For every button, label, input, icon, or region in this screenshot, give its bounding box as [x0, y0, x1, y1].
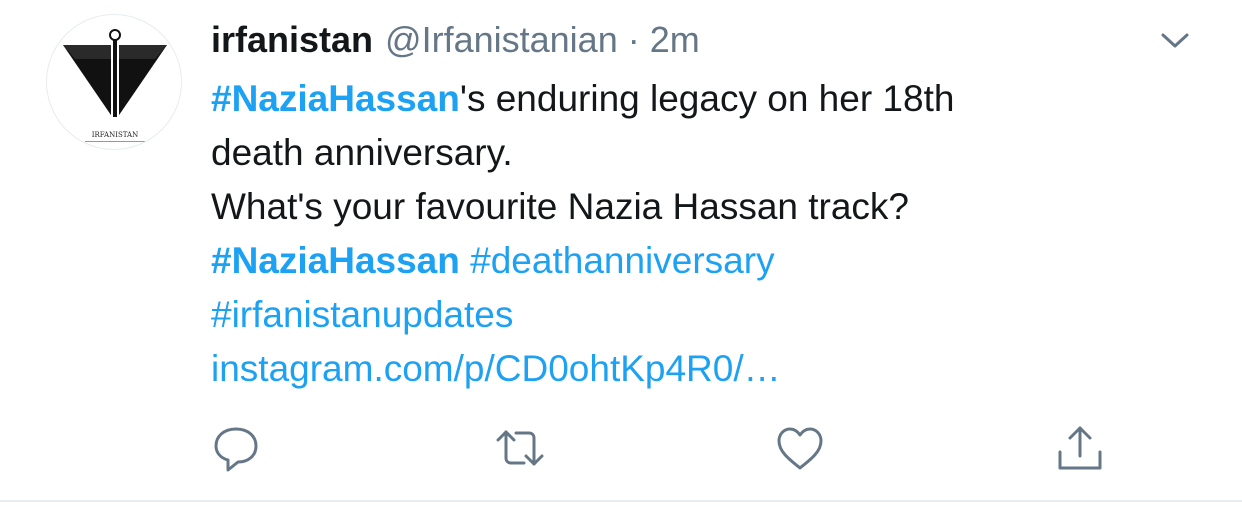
tweet-line-6: instagram.com/p/CD0ohtKp4R0/…: [211, 342, 1191, 396]
tweet-text: #NaziaHassan's enduring legacy on her 18…: [211, 72, 1191, 396]
chevron-down-icon[interactable]: [1155, 26, 1195, 56]
retweet-icon: [496, 430, 544, 466]
user-handle[interactable]: @Irfanistanian: [385, 19, 618, 61]
like-button[interactable]: [770, 418, 830, 478]
divider: [0, 500, 1242, 502]
irfanistan-logo-icon: IRFANISTAN: [63, 29, 167, 142]
instagram-link[interactable]: instagram.com/p/CD0ohtKp4R0/…: [211, 348, 781, 389]
tweet-line-1: #NaziaHassan's enduring legacy on her 18…: [211, 72, 1191, 126]
hashtag-deathanniversary[interactable]: #deathanniversary: [470, 240, 774, 281]
tweet-line-4: #NaziaHassan #deathanniversary: [211, 234, 1191, 288]
retweet-button[interactable]: [490, 418, 550, 478]
tweet-line-2: death anniversary.: [211, 132, 513, 173]
action-bar: [0, 418, 1242, 488]
separator-dot: ·: [627, 19, 640, 60]
display-name[interactable]: irfanistan: [211, 19, 373, 61]
heart-icon: [777, 427, 823, 470]
share-icon: [1058, 426, 1102, 470]
svg-text:IRFANISTAN: IRFANISTAN: [92, 131, 139, 139]
hashtag-naziahassan-2[interactable]: #NaziaHassan: [211, 240, 460, 281]
hashtag-naziahassan[interactable]: #NaziaHassan: [211, 78, 460, 119]
tweet-card[interactable]: IRFANISTAN irfanistan @Irfanistanian · 2…: [0, 0, 1242, 507]
tweet-line-5: #irfanistanupdates: [211, 288, 1191, 342]
reply-button[interactable]: [206, 418, 266, 478]
share-button[interactable]: [1050, 418, 1110, 478]
avatar[interactable]: IRFANISTAN: [46, 14, 182, 150]
hashtag-irfanistanupdates[interactable]: #irfanistanupdates: [211, 294, 513, 335]
tweet-line-3: What's your favourite Nazia Hassan track…: [211, 186, 910, 227]
tweet-text-segment: 's enduring legacy on her 18th: [459, 78, 955, 119]
reply-icon: [214, 427, 258, 472]
tweet-timestamp[interactable]: 2m: [650, 19, 700, 61]
tweet-header: irfanistan @Irfanistanian · 2m: [211, 12, 1211, 68]
